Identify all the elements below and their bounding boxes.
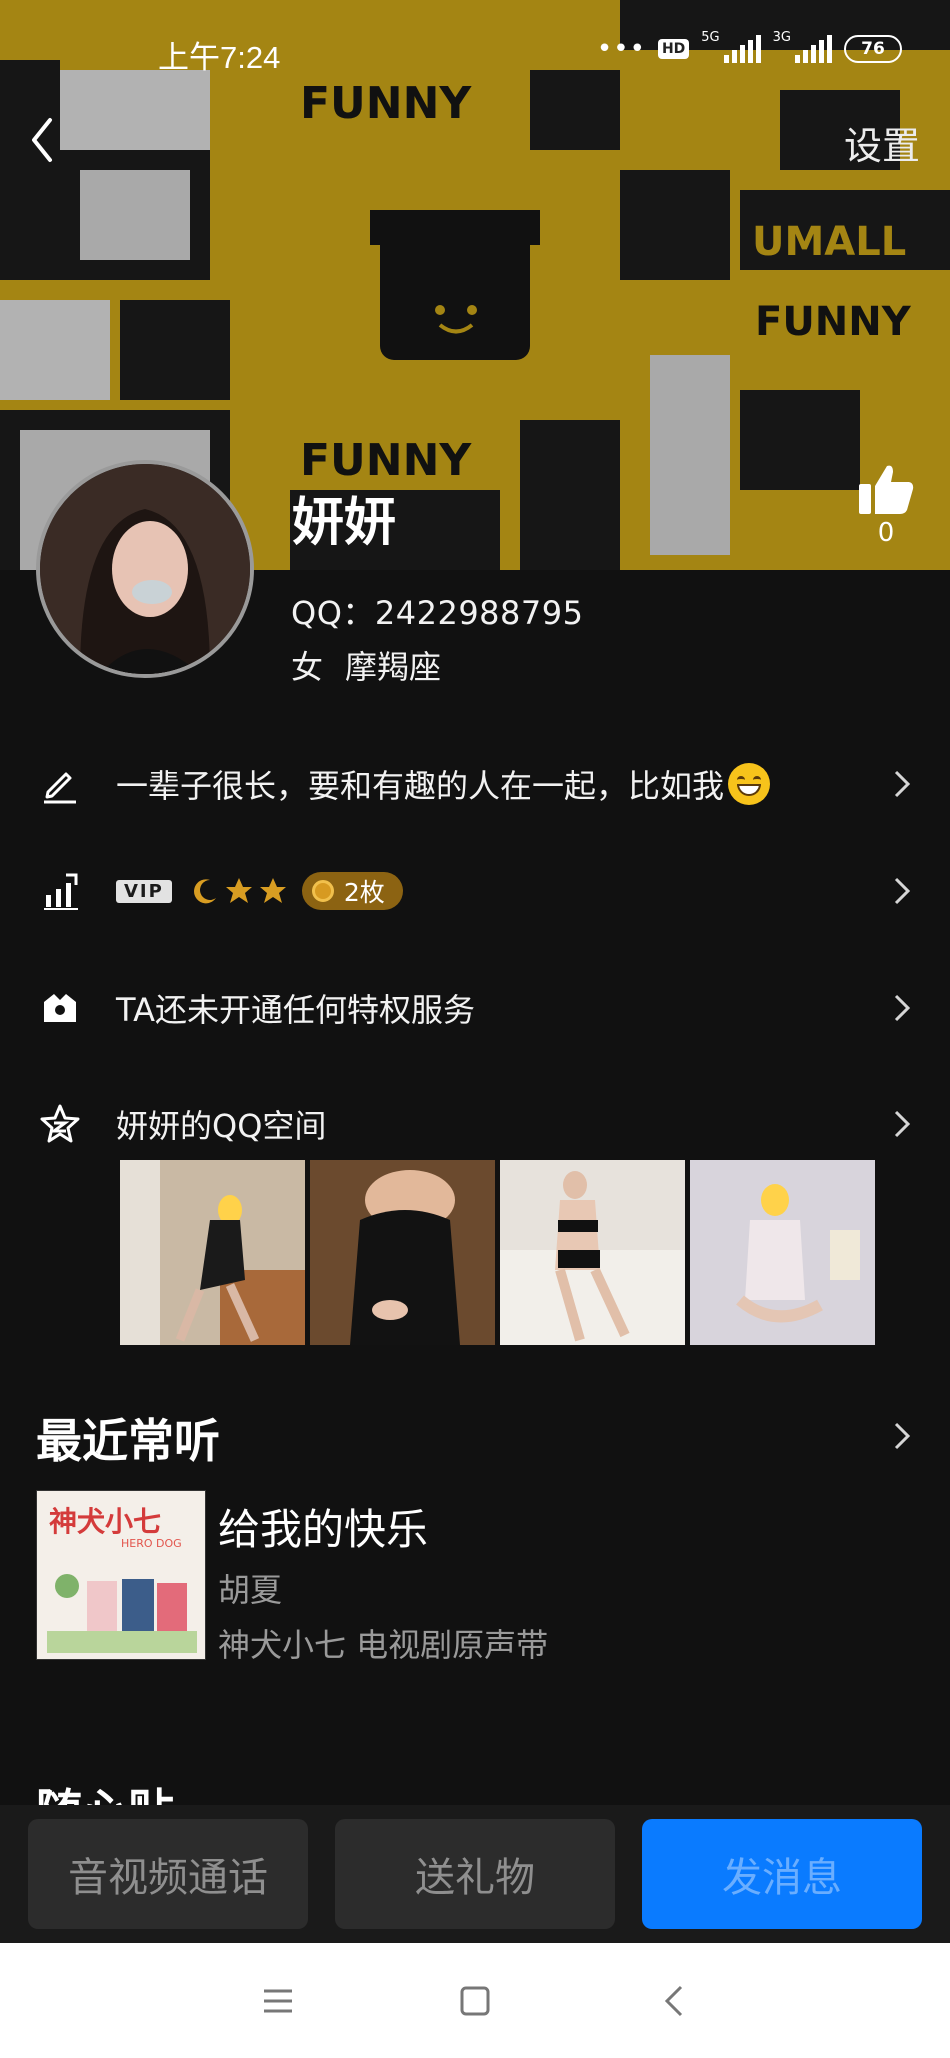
qzone-photo[interactable] [310,1160,495,1345]
signature-label: 一辈子很长，要和有趣的人在一起，比如我 [116,767,725,805]
qq-number[interactable]: QQ：2422988795 [291,588,583,634]
net-3g-label: 3G [772,29,791,45]
signal-icon [723,35,761,63]
level-content: VIP 2枚 [116,872,403,910]
status-bar: 上午7:24 ••• HD 5G 3G 76 [0,28,950,76]
signature-row[interactable]: 一辈子很长，要和有趣的人在一起，比如我 [0,744,950,824]
song-title[interactable]: 给我的快乐 [218,1496,428,1557]
level-chart-icon [38,869,82,913]
back-arrow-icon[interactable] [22,110,62,170]
chevron-right-icon [894,770,911,798]
qzone-row[interactable]: 妍妍的QQ空间 [0,1084,950,1164]
song-album: 神犬小七 电视剧原声带 [218,1626,549,1664]
next-section-title: 随心贴 [36,1775,174,1805]
status-icons: ••• HD 5G 3G 76 [596,29,902,64]
back-icon[interactable] [655,1981,695,2021]
coin-icon [311,880,334,902]
chevron-right-icon [894,994,911,1022]
status-time: 上午7:24 [158,40,281,75]
home-icon[interactable] [455,1981,495,2021]
qzone-photos [120,1160,875,1345]
like-count: 0 [877,518,895,548]
gender-zodiac-line: 女摩羯座 [291,642,441,688]
album-cover[interactable]: 神犬小七 HERO DOG [36,1490,206,1660]
qzone-star-icon [38,1102,82,1146]
edit-pencil-icon [38,762,82,806]
battery-icon: 76 [844,35,902,63]
video-call-button[interactable]: 音视频通话 [28,1819,308,1929]
album-cover-subtitle: HERO DOG [121,1537,182,1550]
level-row[interactable]: VIP 2枚 [0,851,950,931]
like-widget[interactable]: 0 [854,462,918,548]
star-icon [259,878,286,903]
level-icons [190,876,288,906]
vip-badge: VIP [116,879,172,903]
send-gift-button[interactable]: 送礼物 [335,1819,615,1929]
system-nav-bar [0,1943,950,2058]
menu-icon[interactable] [258,1981,298,2021]
moon-icon [193,879,216,904]
net-5g-label: 5G [701,29,720,45]
privilege-row[interactable]: TA还未开通任何特权服务 [0,968,950,1048]
action-bar: 音视频通话 送礼物 发消息 [0,1805,950,1943]
album-cover-title: 神犬小七 [49,1505,161,1538]
chevron-right-icon [894,877,911,905]
avatar[interactable] [36,460,254,678]
privilege-crown-icon [38,986,82,1030]
chevron-right-icon [894,1110,911,1138]
more-dots-icon: ••• [596,34,646,64]
send-message-button[interactable]: 发消息 [642,1819,922,1929]
qzone-photo[interactable] [690,1160,875,1345]
settings-button[interactable]: 设置 [844,115,920,170]
profile-name: 妍妍 [292,493,397,553]
song-artist: 胡夏 [218,1571,283,1609]
privilege-text: TA还未开通任何特权服务 [116,991,475,1029]
hd-icon: HD [657,39,690,59]
grin-emoji-icon [728,763,771,805]
avatar-image [40,464,250,674]
recent-section-title: 最近常听 [36,1414,220,1468]
zodiac-label: 摩羯座 [345,648,442,686]
thumbs-up-icon[interactable] [857,462,915,516]
qzone-label: 妍妍的QQ空间 [116,1107,327,1145]
coin-pill: 2枚 [301,872,403,910]
coin-count: 2枚 [343,878,385,907]
chevron-right-icon[interactable] [890,1416,914,1456]
qzone-photo[interactable] [500,1160,685,1345]
signal-icon [795,35,832,63]
qzone-photo[interactable] [120,1160,305,1345]
star-icon [225,878,252,903]
gender-label: 女 [291,648,324,686]
signature-text: 一辈子很长，要和有趣的人在一起，比如我 [116,761,771,807]
